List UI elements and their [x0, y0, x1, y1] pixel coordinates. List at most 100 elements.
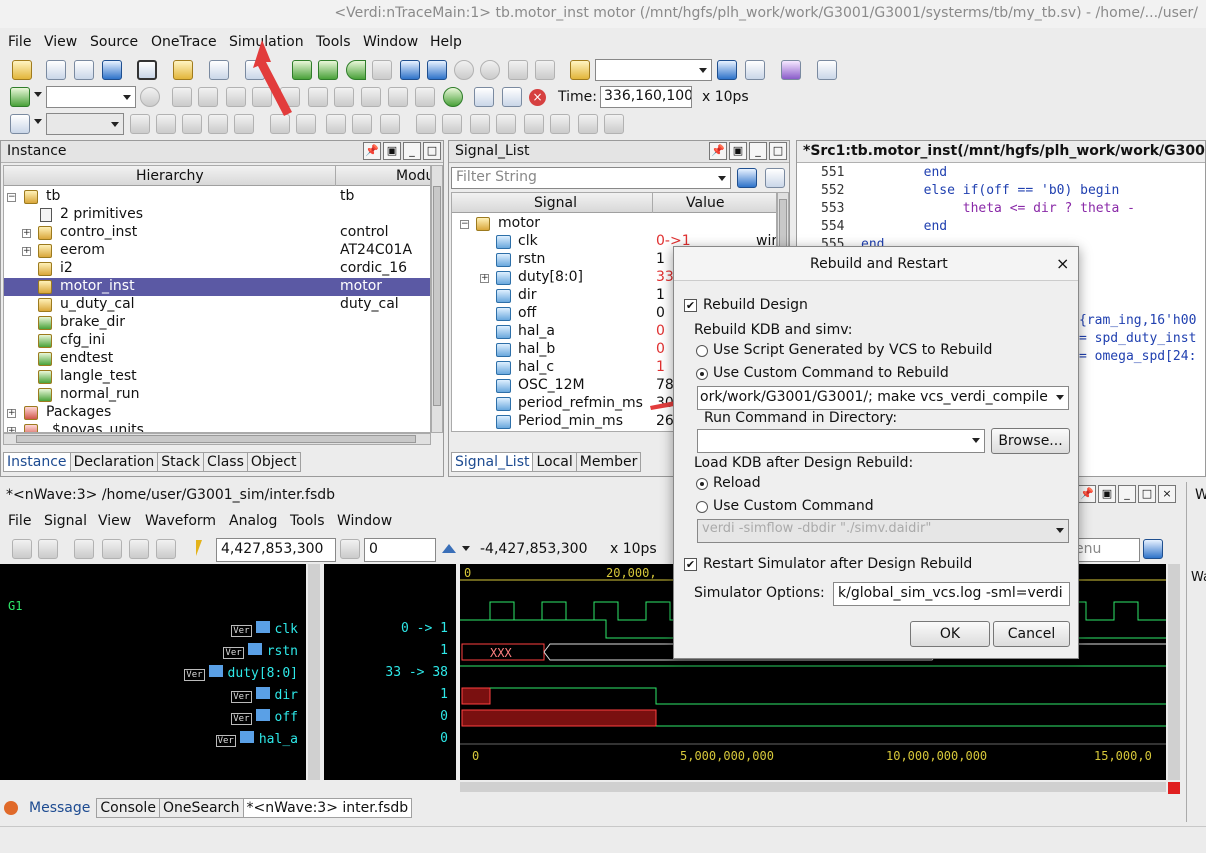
- tool-i-icon[interactable]: [470, 114, 490, 134]
- step-tb-icon[interactable]: [334, 87, 354, 107]
- page-down-icon[interactable]: [352, 114, 372, 134]
- export-icon[interactable]: [817, 60, 837, 80]
- tree-row-selected[interactable]: motor_inst motor: [4, 278, 430, 296]
- match-case-icon[interactable]: [765, 168, 785, 188]
- browse-button[interactable]: Browse...: [991, 428, 1070, 454]
- nwave-menu-file[interactable]: File: [8, 513, 31, 529]
- tree-row[interactable]: + Packages: [4, 404, 430, 422]
- hierarchy-icon[interactable]: [102, 60, 122, 80]
- wave-signal-name[interactable]: Ver hal_a: [215, 731, 298, 747]
- load-icon[interactable]: [427, 60, 447, 80]
- radio-custom-cmd[interactable]: [696, 501, 708, 513]
- radio-custom[interactable]: [696, 368, 708, 380]
- tree-row[interactable]: normal_run: [4, 386, 430, 404]
- group-label[interactable]: G1: [8, 599, 22, 613]
- tab-class[interactable]: Class: [203, 452, 248, 472]
- tool-k-icon[interactable]: [524, 114, 544, 134]
- open-folder-icon[interactable]: [12, 60, 32, 80]
- nw-cut-icon[interactable]: [102, 539, 122, 559]
- disconnect-icon[interactable]: [535, 60, 555, 80]
- nwave-pin-icon[interactable]: 📌: [1078, 485, 1096, 503]
- minimize-icon[interactable]: _: [403, 142, 421, 160]
- restart-icon[interactable]: [443, 87, 463, 107]
- nw-undo-icon[interactable]: [74, 539, 94, 559]
- menu-file[interactable]: File: [8, 34, 31, 50]
- menu-source[interactable]: Source: [90, 34, 138, 50]
- tree-row[interactable]: + eerom AT24C01A: [4, 242, 430, 260]
- tree-row[interactable]: + contro_inst control: [4, 224, 430, 242]
- tool-e-icon[interactable]: [234, 114, 254, 134]
- run-dropdown-icon[interactable]: [34, 92, 42, 97]
- stop-icon[interactable]: [140, 87, 160, 107]
- tool-a-icon[interactable]: [130, 114, 150, 134]
- menu-simulation[interactable]: Simulation: [229, 34, 304, 50]
- schem-icon[interactable]: [10, 114, 30, 134]
- cancel-icon[interactable]: ×: [529, 89, 546, 106]
- tree-row[interactable]: u_duty_cal duty_cal: [4, 296, 430, 314]
- tab-instance[interactable]: Instance: [3, 452, 71, 472]
- tree-row[interactable]: cfg_ini: [4, 332, 430, 350]
- forward-arrow-icon[interactable]: [372, 60, 392, 80]
- time-input[interactable]: 336,160,100: [600, 86, 692, 108]
- nw-paste-icon[interactable]: [156, 539, 176, 559]
- run-arrow-icon[interactable]: [10, 87, 30, 107]
- find-icon[interactable]: [717, 60, 737, 80]
- tab-member[interactable]: Member: [575, 452, 642, 472]
- radio-script[interactable]: [696, 345, 708, 357]
- restore-state-icon[interactable]: [502, 87, 522, 107]
- delta-dropdown-icon[interactable]: [462, 546, 470, 551]
- tab-message[interactable]: Message: [22, 798, 98, 818]
- wave-vscroll[interactable]: [1168, 564, 1180, 780]
- step-cs2-icon[interactable]: [388, 87, 408, 107]
- tab-declaration[interactable]: Declaration: [69, 452, 159, 472]
- dialog-close-icon[interactable]: ×: [1056, 254, 1069, 273]
- menu-help[interactable]: Help: [430, 34, 462, 50]
- load-design-icon[interactable]: [173, 60, 193, 80]
- trace-driver-icon[interactable]: [292, 60, 312, 80]
- nwave-search-field[interactable]: enu: [1070, 538, 1140, 562]
- tree-row[interactable]: + $novas_units: [4, 422, 430, 432]
- float-icon[interactable]: ▣: [729, 142, 747, 160]
- run-time-field[interactable]: [46, 86, 136, 108]
- tree-row[interactable]: − tb tb: [4, 188, 430, 206]
- step-out-icon[interactable]: [226, 87, 246, 107]
- marker-time-input[interactable]: 0: [364, 538, 436, 562]
- page-up-icon[interactable]: [326, 114, 346, 134]
- nwave-close-icon[interactable]: ×: [1158, 485, 1176, 503]
- run-dir-combo[interactable]: [697, 429, 985, 453]
- signal-group-row[interactable]: − motor: [452, 215, 776, 233]
- nwave-menu-analog[interactable]: Analog: [229, 513, 277, 529]
- col-module[interactable]: Modu: [396, 168, 430, 184]
- col-signal[interactable]: Signal: [534, 195, 577, 211]
- nwave-float-icon[interactable]: ▣: [1098, 485, 1116, 503]
- rebuild-icon[interactable]: [245, 60, 265, 80]
- tool-h-icon[interactable]: [442, 114, 462, 134]
- up-icon[interactable]: [454, 60, 474, 80]
- cursor-time-input[interactable]: 4,427,853,300: [216, 538, 336, 562]
- ok-button[interactable]: OK: [910, 621, 990, 647]
- nwave-menu-view[interactable]: View: [98, 513, 131, 529]
- cursor-icon[interactable]: [196, 540, 202, 556]
- restart-checkbox[interactable]: ✔: [684, 558, 697, 571]
- nwave-search-icon[interactable]: [1143, 539, 1163, 559]
- step-into-icon[interactable]: [198, 87, 218, 107]
- zoom-find-icon[interactable]: [745, 60, 765, 80]
- tab-object[interactable]: Object: [246, 452, 301, 472]
- save-state-icon[interactable]: [474, 87, 494, 107]
- driver-icon[interactable]: [400, 60, 420, 80]
- schem-dropdown-icon[interactable]: [34, 119, 42, 124]
- marker-icon[interactable]: [340, 539, 360, 559]
- nwave-maximize-icon[interactable]: □: [1138, 485, 1156, 503]
- tool-b-icon[interactable]: [156, 114, 176, 134]
- search-combo[interactable]: [595, 59, 712, 81]
- tool-m-icon[interactable]: [578, 114, 598, 134]
- wave-signal-name[interactable]: Ver off: [231, 709, 298, 725]
- tab-local[interactable]: Local: [532, 452, 577, 472]
- tool-f-icon[interactable]: [380, 114, 400, 134]
- menu-tools[interactable]: Tools: [316, 34, 351, 50]
- names-vscroll[interactable]: [308, 564, 320, 780]
- wave-hscroll[interactable]: [460, 782, 1166, 792]
- wave-signal-name[interactable]: Ver clk: [231, 621, 298, 637]
- search-signal-icon[interactable]: [781, 60, 801, 80]
- wave-signal-name[interactable]: Ver rstn: [223, 643, 298, 659]
